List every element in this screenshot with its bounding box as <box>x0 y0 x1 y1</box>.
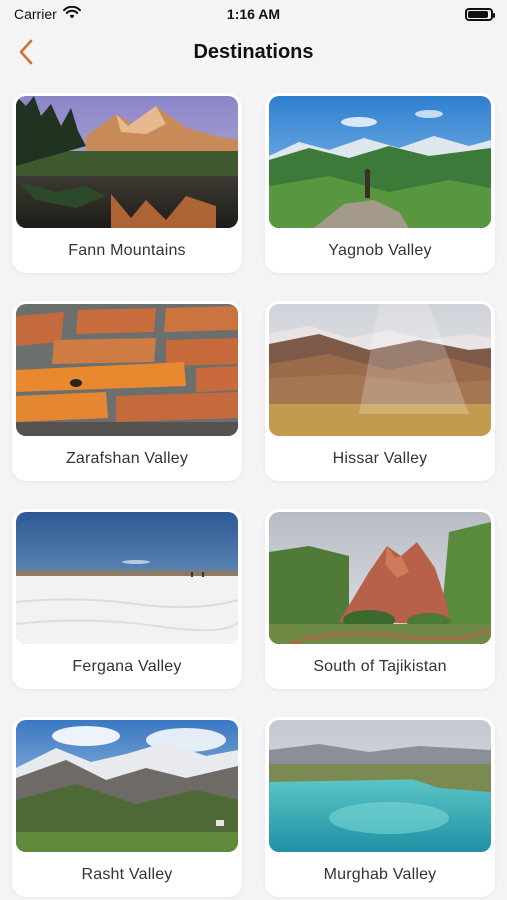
back-button[interactable] <box>12 38 40 66</box>
destinations-grid: Fann Mountains Yagnob Valley Zarafshan V… <box>12 93 495 897</box>
destination-label: Fergana Valley <box>72 658 182 675</box>
destination-label: Fann Mountains <box>68 242 186 259</box>
destination-label: South of Tajikistan <box>313 658 447 675</box>
destination-image <box>16 304 238 436</box>
destination-label: Yagnob Valley <box>328 242 432 259</box>
destination-image <box>16 96 238 228</box>
destination-card-yagnob-valley[interactable]: Yagnob Valley <box>265 93 495 273</box>
destination-label: Rasht Valley <box>81 866 173 883</box>
destination-card-hissar-valley[interactable]: Hissar Valley <box>265 301 495 481</box>
destination-image <box>269 304 491 436</box>
destination-image <box>16 720 238 852</box>
destination-image <box>16 512 238 644</box>
destination-card-south-of-tajikistan[interactable]: South of Tajikistan <box>265 509 495 689</box>
destination-card-rasht-valley[interactable]: Rasht Valley <box>12 717 242 897</box>
destination-card-zarafshan-valley[interactable]: Zarafshan Valley <box>12 301 242 481</box>
destination-image <box>269 96 491 228</box>
status-left: Carrier <box>14 5 81 22</box>
destination-image <box>269 512 491 644</box>
page-title: Destinations <box>193 40 314 63</box>
destination-image <box>269 720 491 852</box>
destination-card-fergana-valley[interactable]: Fergana Valley <box>12 509 242 689</box>
destination-label: Hissar Valley <box>332 450 428 467</box>
navigation-bar: Destinations <box>0 30 507 74</box>
chevron-left-icon <box>19 39 33 65</box>
destination-label: Murghab Valley <box>323 866 437 883</box>
wifi-icon <box>62 5 81 22</box>
status-bar: Carrier 1:16 AM <box>0 0 507 28</box>
destination-card-murghab-valley[interactable]: Murghab Valley <box>265 717 495 897</box>
destination-card-fann-mountains[interactable]: Fann Mountains <box>12 93 242 273</box>
battery-icon <box>465 7 495 21</box>
destination-label: Zarafshan Valley <box>65 450 189 467</box>
carrier-label: Carrier <box>14 6 57 22</box>
